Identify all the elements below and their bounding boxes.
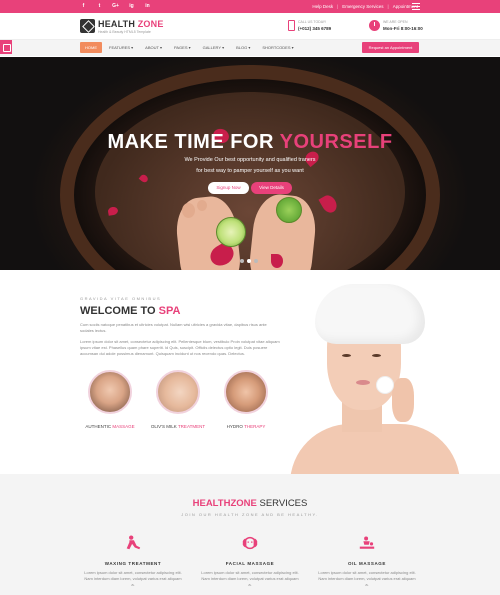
hero-image-petal xyxy=(271,254,283,268)
slider-dot[interactable] xyxy=(254,259,258,263)
slider-dots xyxy=(240,259,258,263)
separator: | xyxy=(337,4,339,9)
image-eye xyxy=(372,354,381,357)
nav-blog[interactable]: BLOG ▾ xyxy=(231,42,255,53)
oil-massage-icon xyxy=(359,536,375,549)
hero-image-toe xyxy=(197,200,207,211)
image-cotton-pad xyxy=(376,376,394,394)
nav-pages-label: PAGES xyxy=(174,45,188,50)
menu-icon[interactable] xyxy=(412,3,420,10)
logo-icon[interactable] xyxy=(80,19,95,33)
services-title-part2: SERVICES xyxy=(259,498,308,509)
services-title: HEALTHZONE SERVICES xyxy=(0,498,500,509)
service-desc-oil: Lorem ipsum dolor sit amet, consectetur … xyxy=(318,570,416,587)
caption-highlight: TREATMENT xyxy=(177,424,206,429)
call-label: CALL US TODAY! xyxy=(298,20,327,24)
services-title-highlight: HEALTHZONE xyxy=(192,498,257,509)
hero-subtitle-line1: We Provide Our best opportunity and qual… xyxy=(184,157,316,163)
phone-icon xyxy=(288,20,295,31)
social-links: f t G+ ig in xyxy=(80,3,151,10)
help-desk-link[interactable]: Help Desk xyxy=(312,3,333,10)
service-name-facial[interactable]: FACIAL MASSAGE xyxy=(205,561,295,566)
nav-about[interactable]: ABOUT ▾ xyxy=(140,42,167,53)
nav-home[interactable]: HOME xyxy=(80,42,102,53)
call-number: (+012) 345 6789 xyxy=(298,26,332,31)
welcome-title-part1: WELCOME TO xyxy=(80,305,156,317)
open-hours: Mon-Fri 8:00-16:00 xyxy=(383,26,423,31)
massage-image[interactable] xyxy=(88,370,132,414)
waxing-icon xyxy=(126,535,141,550)
caption-label: HYDRO xyxy=(226,424,243,429)
instagram-icon[interactable]: ig xyxy=(128,3,135,10)
open-label: WE ARE OPEN xyxy=(383,20,408,24)
service-name-waxing[interactable]: WAXING TREATMENT xyxy=(88,561,178,566)
service-desc-facial: Lorem ipsum dolor sit amet, consectetur … xyxy=(201,570,299,587)
hero-image-lime xyxy=(276,197,302,223)
hero-subtitle-line2: for best way to pamper yourself as you w… xyxy=(196,168,304,174)
caption-highlight: THERAPY xyxy=(244,424,266,429)
hero-subtitle: We Provide Our best opportunity and qual… xyxy=(170,155,330,177)
service-caption-therapy[interactable]: HYDRO THERAPY xyxy=(206,424,286,429)
hero-image-lime xyxy=(216,217,246,247)
spa-woman-image xyxy=(280,282,480,474)
services-subtitle: JOIN OUR HEALTH ZONE AND BE HEALTHY. xyxy=(181,512,319,517)
nav-gallery-label: GALLERY xyxy=(202,45,221,50)
welcome-body: Lorem ipsum dolor sit amet, consectetur … xyxy=(80,339,280,356)
twitter-icon[interactable]: t xyxy=(96,3,103,10)
welcome-title-highlight: SPA xyxy=(158,305,181,317)
milk-treatment-image[interactable] xyxy=(156,370,200,414)
brand-tagline: Health & Beauty HTML5 Template xyxy=(98,30,151,34)
image-towel xyxy=(315,284,425,344)
nav-features-label: FEATURES xyxy=(109,45,131,50)
nav-features[interactable]: FEATURES ▾ xyxy=(104,42,138,53)
top-links: Help Desk | Emergency Services | Appoint… xyxy=(312,3,418,10)
emergency-services-link[interactable]: Emergency Services xyxy=(342,3,383,10)
image-lips xyxy=(356,380,370,385)
image-hand xyxy=(392,378,414,422)
clock-icon xyxy=(369,20,380,31)
hero-title-highlight: YOURSELF xyxy=(279,131,393,153)
welcome-intro: Cum sociis natoque penatibus et ultricie… xyxy=(80,322,267,333)
request-appointment-button[interactable]: Request an Appointment xyxy=(362,42,419,53)
brand-part1: HEALTH xyxy=(98,19,136,29)
nav-gallery[interactable]: GALLERY ▾ xyxy=(198,42,229,53)
linkedin-icon[interactable]: in xyxy=(144,3,151,10)
google-plus-icon[interactable]: G+ xyxy=(112,3,119,10)
brand-name[interactable]: HEALTH ZONE xyxy=(98,19,164,29)
facial-massage-icon xyxy=(242,536,258,550)
caption-label: AUTHENTIC xyxy=(85,424,112,429)
section-kicker: GRAVIDA VITAE OMNIBUS xyxy=(80,296,162,301)
hydro-therapy-image[interactable] xyxy=(224,370,268,414)
welcome-title: WELCOME TO SPA xyxy=(80,305,180,317)
nav-blog-label: BLOG xyxy=(236,45,248,50)
hero-slider: MAKE TIME FOR YOURSELF We Provide Our be… xyxy=(0,57,500,270)
facebook-icon[interactable]: f xyxy=(80,3,87,10)
nav-pages[interactable]: PAGES ▾ xyxy=(169,42,196,53)
caption-label: OLIV'S MILK xyxy=(150,424,177,429)
slider-dot-active[interactable] xyxy=(247,259,251,263)
nav-shortcodes-label: SHORTCODES xyxy=(262,45,291,50)
signup-button[interactable]: Signup Now xyxy=(208,182,249,194)
caption-highlight: MASSAGE xyxy=(112,424,135,429)
service-desc-waxing: Lorem ipsum dolor sit amet, consectetur … xyxy=(84,570,182,587)
slider-dot[interactable] xyxy=(240,259,244,263)
settings-panel-toggle-icon[interactable] xyxy=(0,40,12,54)
hero-title-part1: MAKE TIME FOR xyxy=(107,131,274,153)
nav-about-label: ABOUT xyxy=(145,45,159,50)
view-details-button[interactable]: View Details xyxy=(251,182,292,194)
nav-shortcodes[interactable]: SHORTCODES ▾ xyxy=(257,42,298,53)
service-name-oil[interactable]: OIL MASSAGE xyxy=(322,561,412,566)
brand-part2: ZONE xyxy=(137,19,164,29)
main-nav: HOME FEATURES ▾ ABOUT ▾ PAGES ▾ GALLERY … xyxy=(80,42,299,53)
hero-title: MAKE TIME FOR YOURSELF xyxy=(0,131,500,154)
separator: | xyxy=(387,4,389,9)
top-bar: f t G+ ig in Help Desk | Emergency Servi… xyxy=(0,0,500,13)
hero-image-toe xyxy=(182,203,195,218)
image-eye xyxy=(342,354,351,357)
